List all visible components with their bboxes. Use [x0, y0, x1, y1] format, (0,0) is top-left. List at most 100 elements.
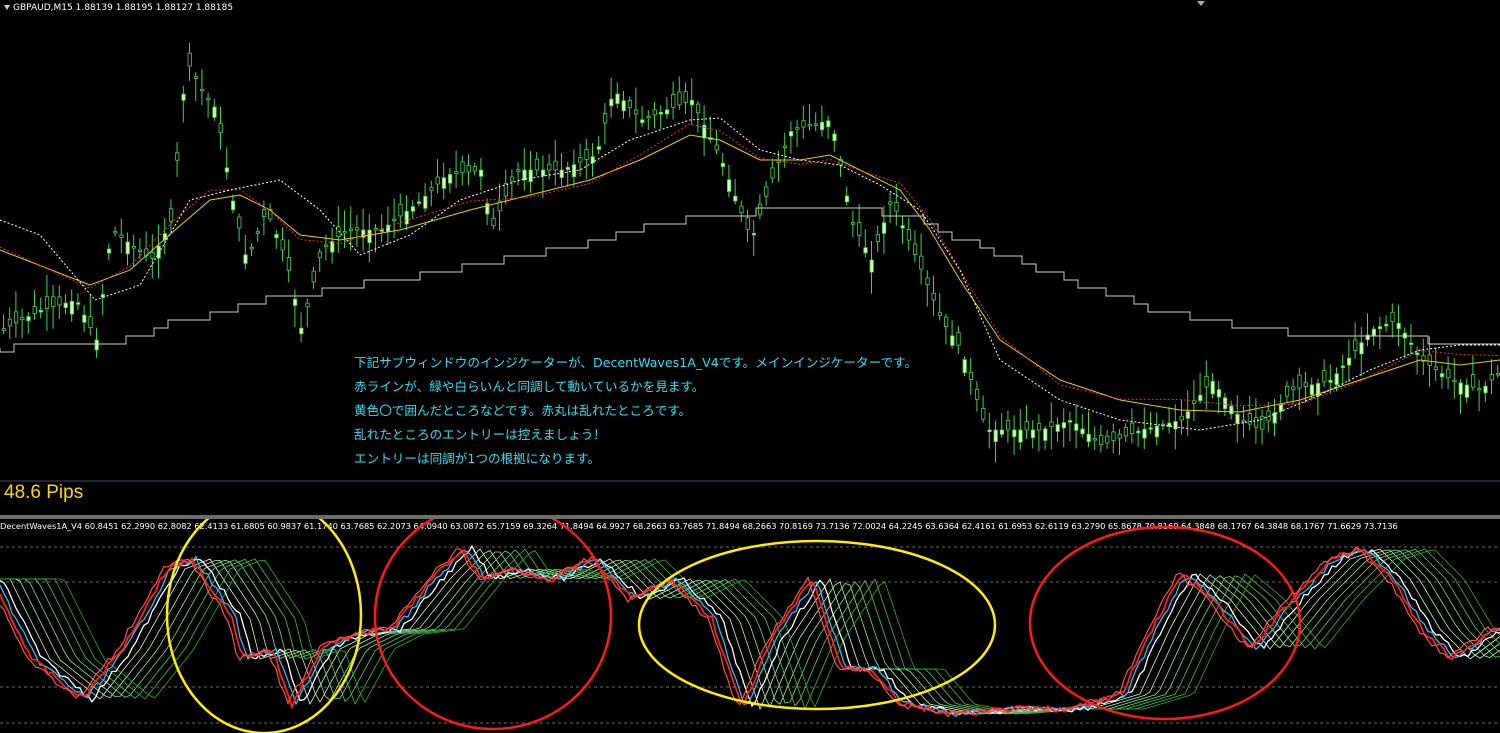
- candle-body: [1136, 430, 1141, 434]
- candle-body: [429, 186, 434, 191]
- candle-body: [565, 166, 571, 170]
- candle-body: [1452, 379, 1457, 383]
- candle-body: [76, 302, 81, 305]
- candle-body: [113, 231, 118, 234]
- candle-body: [1229, 405, 1234, 415]
- candle-body: [137, 249, 143, 252]
- candle-body: [454, 171, 459, 175]
- candle-body: [516, 169, 521, 172]
- candle-body: [255, 231, 261, 234]
- candle-body: [472, 166, 478, 172]
- candle-body: [1334, 373, 1339, 386]
- annotation-line-4: 乱れたところのエントリーは控えましょう！: [354, 427, 606, 442]
- candle-body: [739, 205, 744, 214]
- candle-body: [689, 100, 695, 106]
- candle-body: [261, 209, 267, 217]
- main-price-chart[interactable]: GBPAUD,M15 1.88139 1.88195 1.88127 1.881…: [0, 0, 1500, 515]
- candle-body: [894, 202, 899, 212]
- candle-body: [547, 163, 552, 171]
- candle-body: [1142, 428, 1147, 439]
- candle-body: [416, 201, 422, 204]
- candle-body: [1384, 323, 1389, 327]
- candle-body: [1123, 427, 1128, 437]
- candle-body: [987, 429, 992, 433]
- candle-body: [466, 164, 471, 173]
- candle-body: [1012, 429, 1017, 438]
- candle-body: [509, 176, 515, 182]
- candle-body: [671, 93, 676, 108]
- candle-body: [789, 131, 794, 137]
- candle-body: [714, 144, 719, 151]
- candle-body: [292, 298, 298, 306]
- candle-body: [404, 210, 409, 225]
- candle-body: [131, 246, 136, 249]
- candle-body: [646, 115, 651, 119]
- candle-body: [1291, 386, 1296, 390]
- annotation-line-1: 下記サブウィンドウのインジケーターが、DecentWaves1A_V4です。メイ…: [354, 355, 917, 370]
- candle-body: [1, 328, 6, 331]
- candle-body: [1055, 424, 1060, 432]
- candle-body: [119, 234, 124, 238]
- candle-body: [1148, 427, 1153, 430]
- candle-body: [1068, 420, 1073, 423]
- candle-body: [584, 149, 589, 160]
- candle-body: [683, 91, 688, 103]
- candle-body: [590, 156, 595, 164]
- candle-body: [900, 225, 905, 229]
- candle-body: [410, 206, 416, 212]
- candle-body: [919, 255, 924, 270]
- candle-body: [801, 120, 806, 128]
- candle-body: [441, 177, 447, 189]
- candle-body: [1030, 429, 1035, 439]
- candle-body: [1415, 352, 1420, 356]
- candle-body: [931, 292, 936, 301]
- candle-body: [150, 252, 155, 259]
- candle-body: [1117, 433, 1122, 439]
- indicator-subwindow[interactable]: DecentWaves1A_V4 60.8451 62.2990 62.8082…: [0, 519, 1500, 733]
- candle-body: [1260, 415, 1265, 430]
- candle-body: [1216, 389, 1221, 398]
- candle-body: [603, 113, 608, 124]
- candle-body: [230, 200, 236, 211]
- candle-body: [243, 254, 248, 264]
- candle-body: [596, 146, 602, 150]
- candle-body: [956, 332, 961, 346]
- candle-body: [1464, 384, 1469, 398]
- candle-body: [181, 93, 186, 101]
- candle-body: [999, 429, 1005, 435]
- candle-body: [447, 174, 453, 184]
- candle-body: [1235, 413, 1240, 424]
- candle-body: [1378, 326, 1383, 330]
- candle-body: [1353, 339, 1358, 351]
- candle-body: [826, 120, 831, 128]
- candle-body: [88, 316, 93, 329]
- candle-body: [764, 186, 769, 197]
- candle-body: [286, 257, 292, 271]
- candle-body: [863, 247, 868, 254]
- candle-body: [795, 127, 800, 130]
- candle-body: [652, 109, 657, 116]
- candle-body: [937, 312, 943, 316]
- candle-body: [720, 162, 726, 167]
- candle-body: [1179, 415, 1184, 421]
- candle-body: [882, 222, 887, 234]
- candle-body: [1198, 394, 1203, 401]
- candle-body: [1018, 429, 1023, 443]
- pips-label: 48.6 Pips: [4, 482, 84, 503]
- candle-body: [832, 133, 837, 142]
- candle-body: [782, 145, 788, 148]
- candle-body: [82, 314, 87, 323]
- candle-body: [1477, 388, 1482, 391]
- candle-body: [578, 157, 583, 163]
- candle-body: [1433, 366, 1438, 370]
- candle-body: [199, 88, 205, 92]
- candle-body: [1037, 423, 1042, 431]
- candle-body: [187, 52, 192, 67]
- candle-body: [317, 251, 323, 258]
- candle-body: [460, 161, 465, 174]
- candle-body: [1471, 374, 1476, 388]
- candle-body: [1396, 322, 1401, 330]
- candle-body: [274, 234, 279, 239]
- candle-body: [323, 244, 329, 247]
- candle-body: [807, 124, 812, 127]
